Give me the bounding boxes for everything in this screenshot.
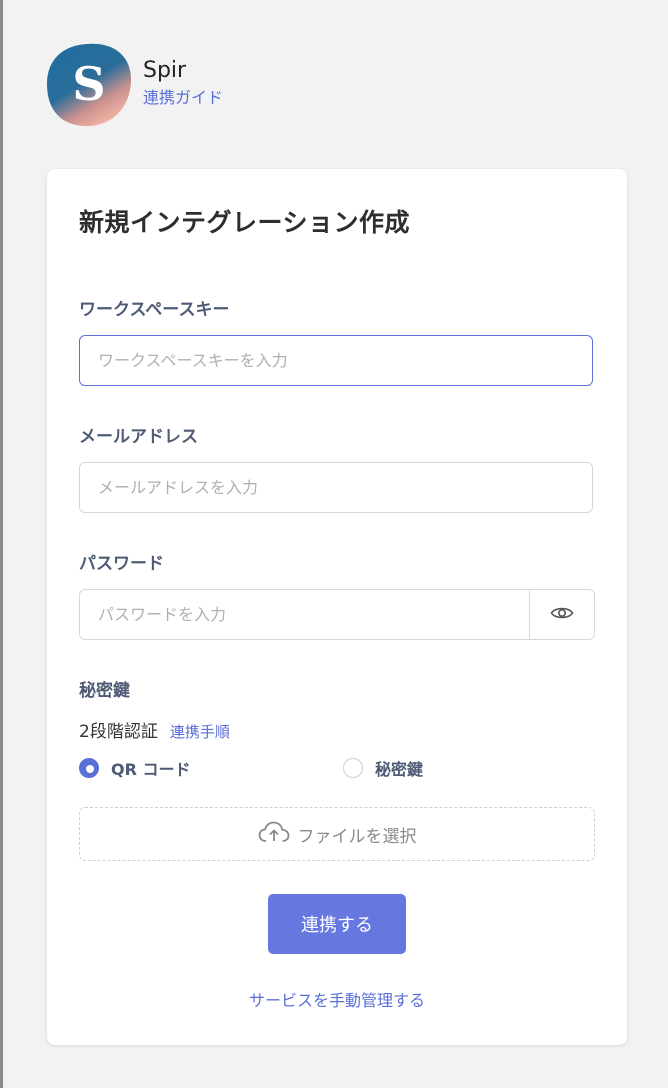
- workspace-key-input[interactable]: [79, 335, 593, 386]
- two-factor-label: 2段階認証: [79, 722, 158, 742]
- app-name: Spir: [143, 58, 187, 83]
- radio-secret-key[interactable]: 秘密鍵: [343, 756, 423, 780]
- workspace-key-label: ワークスペースキー: [79, 300, 230, 320]
- eye-icon: [550, 605, 574, 625]
- cloud-upload-icon: [258, 821, 290, 847]
- password-field: [79, 589, 595, 642]
- manual-manage-link[interactable]: サービスを手動管理する: [47, 987, 627, 1011]
- svg-text:S: S: [72, 57, 105, 111]
- file-select-dropzone[interactable]: ファイルを選択: [79, 807, 595, 861]
- two-factor-row: 2段階認証 連携手順: [79, 717, 230, 742]
- integration-guide-link[interactable]: 連携ガイド: [143, 86, 223, 110]
- show-password-button[interactable]: [529, 589, 595, 640]
- spir-logo: S: [47, 42, 131, 126]
- connect-button[interactable]: 連携する: [268, 894, 406, 954]
- app-header: S Spir 連携ガイド: [47, 41, 223, 127]
- radio-secret-key-label: 秘密鍵: [375, 760, 424, 779]
- radio-qr-code-circle[interactable]: [79, 758, 99, 778]
- radio-qr-code[interactable]: QR コード: [79, 756, 191, 780]
- email-input[interactable]: [79, 462, 593, 513]
- secret-key-label: 秘密鍵: [79, 681, 130, 701]
- radio-secret-key-circle[interactable]: [343, 758, 363, 778]
- email-label: メールアドレス: [79, 427, 198, 447]
- window-edge: [0, 0, 3, 1088]
- password-label: パスワード: [79, 554, 164, 574]
- radio-qr-code-label: QR コード: [111, 760, 191, 779]
- integration-form-card: 新規インテグレーション作成 ワークスペースキー メールアドレス パスワード 秘密…: [47, 169, 627, 1045]
- instructions-link[interactable]: 連携手順: [170, 721, 230, 742]
- form-title: 新規インテグレーション作成: [79, 208, 411, 237]
- file-select-label: ファイルを選択: [297, 826, 417, 847]
- password-input[interactable]: [79, 589, 531, 640]
